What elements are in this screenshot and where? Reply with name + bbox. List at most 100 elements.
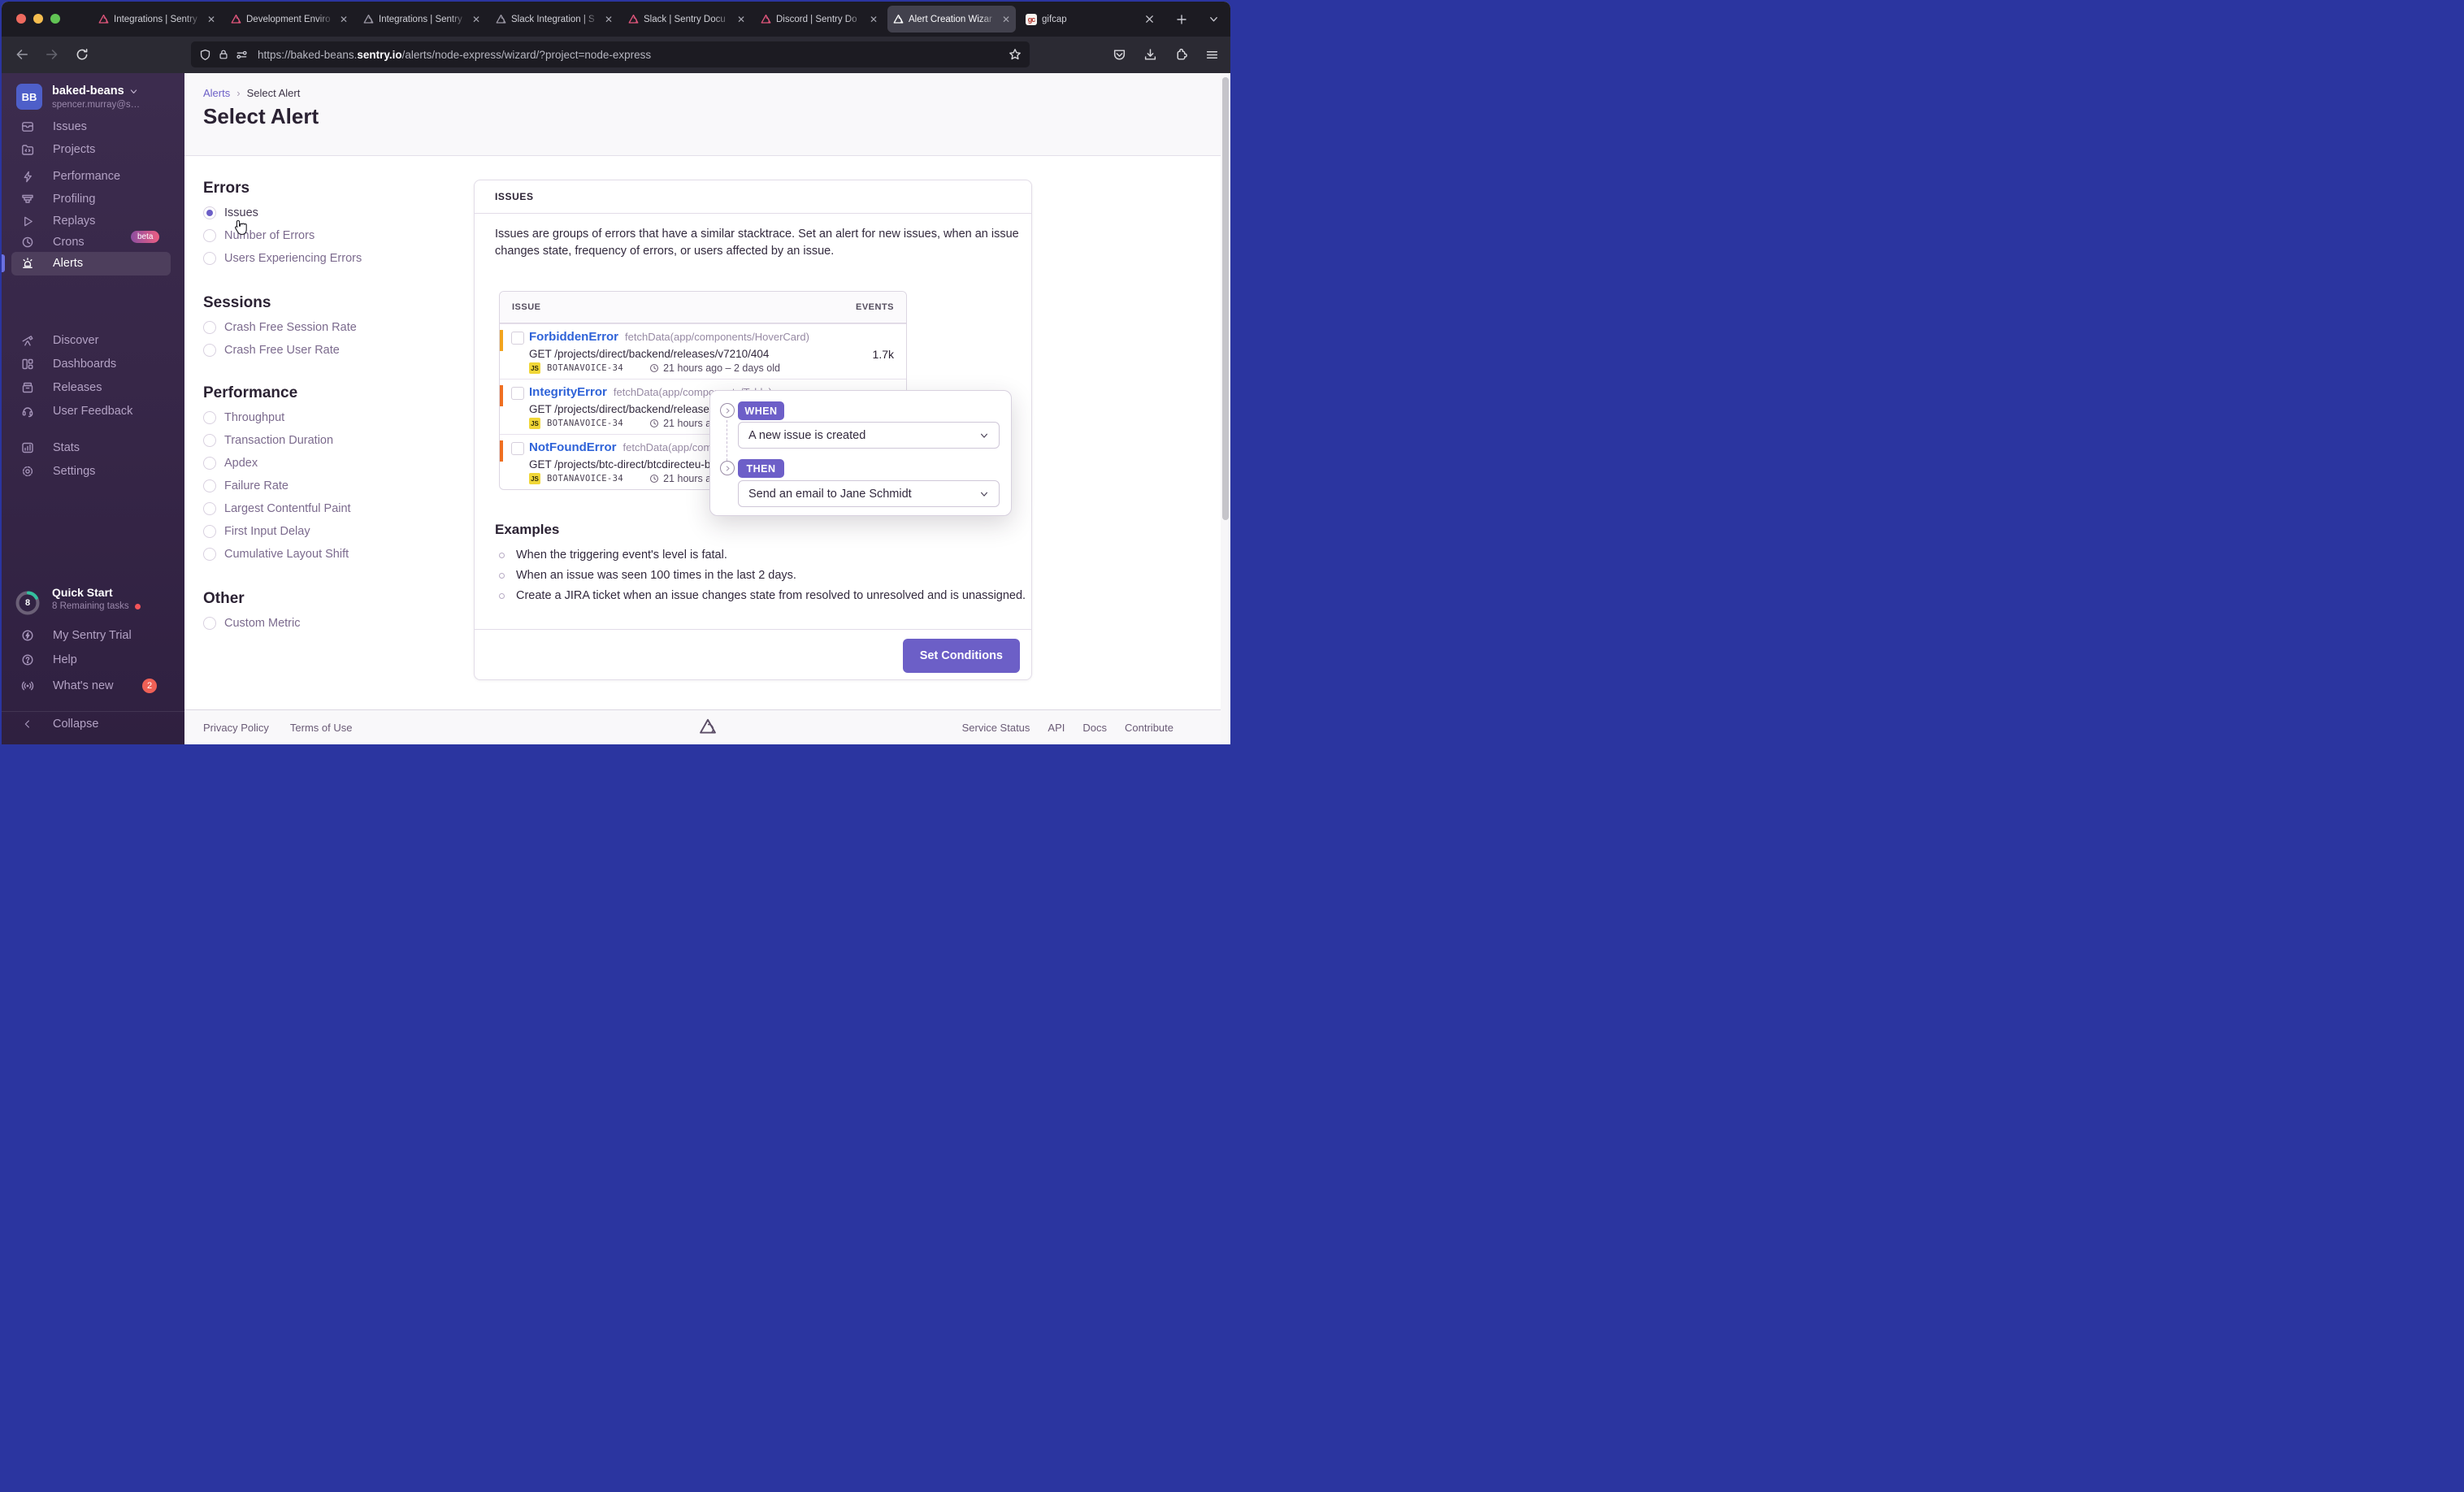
forward-button[interactable]	[45, 47, 59, 62]
when-condition-select[interactable]: A new issue is created	[738, 422, 1000, 449]
radio-option-apdex[interactable]: Apdex	[203, 457, 258, 470]
tab-close-icon[interactable]: ✕	[870, 14, 878, 25]
gifcap-favicon-icon: gc	[1026, 13, 1037, 25]
sidebar-item-my-sentry-trial[interactable]: My Sentry Trial	[2, 624, 184, 647]
issue-checkbox[interactable]	[511, 442, 524, 455]
tab-alert-creation-wizard[interactable]: Alert Creation Wizar ✕	[887, 6, 1016, 33]
lock-icon[interactable]	[218, 49, 229, 60]
tab-development-environment[interactable]: Development Enviro ✕	[225, 6, 354, 33]
sidebar-collapse-button[interactable]: Collapse	[2, 713, 184, 735]
scrollbar-track[interactable]	[1221, 73, 1230, 744]
radio-option-throughput[interactable]: Throughput	[203, 411, 284, 424]
tab-close-icon[interactable]: ✕	[472, 14, 480, 25]
radio-icon[interactable]	[203, 457, 216, 470]
quick-start-progress-ring[interactable]: 8	[15, 591, 40, 615]
breadcrumb-alerts-link[interactable]: Alerts	[203, 87, 230, 99]
radio-option-largest-contentful-paint[interactable]: Largest Contentful Paint	[203, 502, 351, 515]
radio-icon[interactable]	[203, 411, 216, 424]
sidebar-item-settings[interactable]: Settings	[2, 460, 184, 483]
list-all-tabs-icon[interactable]	[1208, 14, 1219, 24]
pocket-icon[interactable]	[1113, 48, 1126, 62]
tab-close-icon[interactable]: ✕	[605, 14, 613, 25]
tab-discord-docs[interactable]: Discord | Sentry Do ✕	[755, 6, 883, 33]
radio-icon[interactable]	[203, 525, 216, 538]
back-button[interactable]	[15, 47, 29, 62]
scrollbar-thumb[interactable]	[1222, 77, 1229, 520]
sidebar-item-help[interactable]: Help	[2, 648, 184, 671]
tab-integrations-1[interactable]: Integrations | Sentry ✕	[93, 6, 221, 33]
radio-option-custom-metric[interactable]: Custom Metric	[203, 617, 300, 630]
radio-icon[interactable]	[203, 479, 216, 492]
sidebar-item-projects[interactable]: Projects	[2, 138, 184, 161]
sidebar-item-crons[interactable]: Crons beta	[2, 231, 184, 254]
permissions-icon[interactable]	[236, 49, 248, 61]
sidebar-item-replays[interactable]: Replays	[2, 210, 184, 232]
sidebar-item-profiling[interactable]: Profiling	[2, 188, 184, 210]
issue-name-link[interactable]: ForbiddenError fetchData(app/components/H…	[529, 330, 809, 344]
radio-option-failure-rate[interactable]: Failure Rate	[203, 479, 288, 492]
tab-integrations-2[interactable]: Integrations | Sentry ✕	[358, 6, 486, 33]
extensions-puzzle-icon[interactable]	[1174, 48, 1188, 62]
radio-option-transaction-duration[interactable]: Transaction Duration	[203, 434, 333, 447]
tab-slack-integration[interactable]: Slack Integration | S ✕	[490, 6, 618, 33]
radio-option-crash-free-user-rate[interactable]: Crash Free User Rate	[203, 344, 340, 357]
privacy-policy-link[interactable]: Privacy Policy	[203, 722, 269, 734]
radio-option-number-of-errors[interactable]: Number of Errors	[203, 229, 315, 242]
radio-option-issues[interactable]: Issues	[203, 206, 258, 219]
issue-checkbox[interactable]	[511, 387, 524, 400]
downloads-icon[interactable]	[1143, 48, 1157, 62]
close-window-button[interactable]	[16, 14, 26, 24]
sidebar-item-dashboards[interactable]: Dashboards	[2, 353, 184, 375]
menu-hamburger-icon[interactable]	[1205, 48, 1219, 62]
tab-slack-docs[interactable]: Slack | Sentry Docu ✕	[623, 6, 751, 33]
radio-icon[interactable]	[203, 548, 216, 561]
then-action-select[interactable]: Send an email to Jane Schmidt	[738, 480, 1000, 507]
docs-link[interactable]: Docs	[1082, 722, 1107, 734]
sidebar-item-performance[interactable]: Performance	[2, 165, 184, 188]
sidebar-item-alerts[interactable]: Alerts	[2, 252, 184, 275]
sidebar-item-stats[interactable]: Stats	[2, 436, 184, 459]
shield-icon[interactable]	[199, 49, 211, 61]
radio-icon[interactable]	[203, 617, 216, 630]
minimize-window-button[interactable]	[33, 14, 43, 24]
radio-option-first-input-delay[interactable]: First Input Delay	[203, 525, 310, 538]
issues-icon	[21, 120, 34, 133]
api-link[interactable]: API	[1048, 722, 1065, 734]
radio-icon[interactable]	[203, 321, 216, 334]
tab-close-icon[interactable]: ✕	[340, 14, 348, 25]
radio-option-crash-free-session-rate[interactable]: Crash Free Session Rate	[203, 321, 357, 334]
org-avatar[interactable]: BB	[16, 84, 42, 110]
org-switcher[interactable]: baked-beans	[52, 85, 138, 98]
reload-button[interactable]	[75, 47, 89, 62]
sidebar-item-releases[interactable]: Releases	[2, 376, 184, 399]
radio-icon[interactable]	[203, 344, 216, 357]
bookmark-star-icon[interactable]	[1009, 48, 1022, 61]
quick-start-title[interactable]: Quick Start	[52, 586, 113, 599]
radio-icon[interactable]	[203, 502, 216, 515]
issue-row[interactable]: ForbiddenError fetchData(app/components/H…	[500, 323, 906, 379]
terms-of-use-link[interactable]: Terms of Use	[290, 722, 353, 734]
tab-close-icon[interactable]: ✕	[1002, 14, 1010, 25]
url-bar[interactable]: https://baked-beans.sentry.io/alerts/nod…	[191, 41, 1030, 67]
service-status-link[interactable]: Service Status	[962, 722, 1030, 734]
tab-gifcap[interactable]: gc gifcap	[1020, 6, 1098, 33]
sidebar-item-whats-new[interactable]: What's new	[2, 674, 184, 697]
sidebar-item-discover[interactable]: Discover	[2, 329, 184, 352]
set-conditions-button[interactable]: Set Conditions	[902, 639, 1020, 673]
close-tab-icon[interactable]	[1144, 14, 1155, 24]
tab-close-icon[interactable]: ✕	[737, 14, 745, 25]
radio-option-cumulative-layout-shift[interactable]: Cumulative Layout Shift	[203, 548, 349, 561]
sidebar-item-user-feedback[interactable]: User Feedback	[2, 400, 184, 423]
sidebar-item-issues[interactable]: Issues	[2, 115, 184, 138]
radio-option-users-experiencing-errors[interactable]: Users Experiencing Errors	[203, 252, 362, 265]
tab-close-icon[interactable]: ✕	[207, 14, 215, 25]
radio-icon[interactable]	[203, 229, 216, 242]
radio-selected-icon[interactable]	[203, 206, 216, 219]
zoom-window-button[interactable]	[50, 14, 60, 24]
url-text[interactable]: https://baked-beans.sentry.io/alerts/nod…	[258, 49, 1002, 61]
issue-checkbox[interactable]	[511, 332, 524, 345]
radio-icon[interactable]	[203, 434, 216, 447]
new-tab-button[interactable]	[1176, 14, 1187, 25]
radio-icon[interactable]	[203, 252, 216, 265]
contribute-link[interactable]: Contribute	[1125, 722, 1173, 734]
